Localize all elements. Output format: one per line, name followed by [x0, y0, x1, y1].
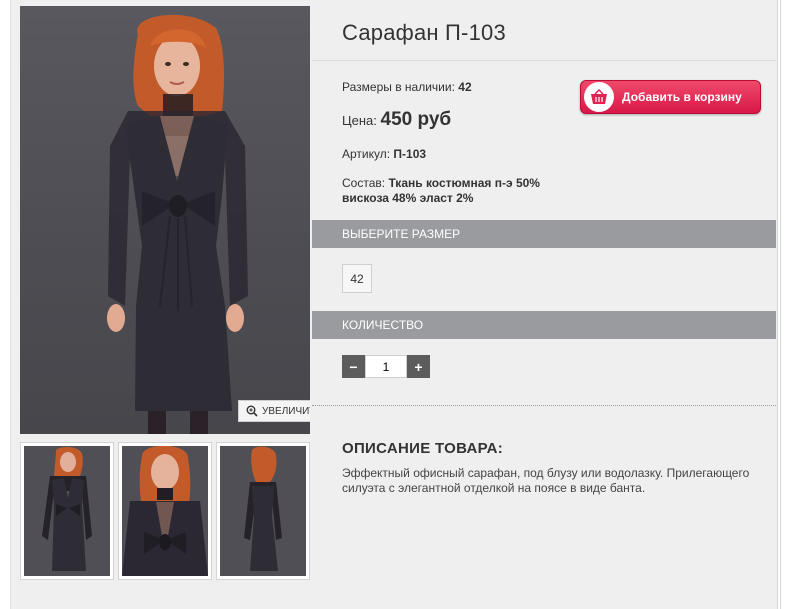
thumbnail-closeup[interactable] — [118, 442, 212, 580]
thumbnail-image — [24, 446, 110, 576]
zoom-button[interactable]: УВЕЛИЧИТЬ — [238, 400, 310, 422]
main-product-image[interactable]: УВЕЛИЧИТЬ — [20, 6, 310, 434]
size-section-header: ВЫБЕРИТЕ РАЗМЕР — [312, 220, 776, 248]
available-sizes-value: 42 — [458, 80, 472, 94]
add-to-cart-button[interactable]: Добавить в корзину — [580, 80, 761, 114]
title-divider — [312, 60, 776, 61]
available-sizes: Размеры в наличии: 42 — [342, 80, 472, 94]
zoom-button-label: УВЕЛИЧИТЬ — [262, 405, 310, 417]
description-title: ОПИСАНИЕ ТОВАРА: — [342, 440, 503, 457]
sku: Артикул: П-103 — [342, 147, 426, 161]
thumbnail-side[interactable] — [216, 442, 310, 580]
page-edge — [778, 0, 788, 609]
size-option[interactable]: 42 — [342, 264, 372, 293]
price: Цена: 450 руб — [342, 109, 451, 131]
zoom-in-icon — [246, 405, 258, 417]
product-title: Сарафан П-103 — [342, 20, 506, 45]
price-value: 450 руб — [380, 109, 452, 130]
thumbnail-image — [220, 446, 306, 576]
sku-value: П-103 — [393, 147, 427, 161]
quantity-stepper: − + — [342, 355, 430, 378]
description-divider — [312, 405, 776, 406]
price-label: Цена: — [342, 113, 377, 128]
model-illustration — [107, 14, 248, 434]
thumbnail-front[interactable] — [20, 442, 114, 580]
quantity-decrease-button[interactable]: − — [342, 355, 365, 378]
add-to-cart-label: Добавить в корзину — [622, 90, 742, 104]
thumbnail-image — [122, 446, 208, 576]
description-text: Эффектный офисный сарафан, под блузу или… — [342, 466, 750, 495]
quantity-increase-button[interactable]: + — [407, 355, 430, 378]
quantity-input[interactable] — [365, 355, 407, 378]
composition: Состав: Ткань костюмная п-э 50% вискоза … — [342, 176, 582, 206]
available-sizes-label: Размеры в наличии: — [342, 80, 455, 94]
basket-icon — [584, 82, 614, 112]
sku-label: Артикул: — [342, 147, 391, 161]
thumbnail-strip — [20, 442, 310, 580]
quantity-section-header: КОЛИЧЕСТВО — [312, 311, 776, 339]
composition-label: Состав: — [342, 176, 386, 190]
